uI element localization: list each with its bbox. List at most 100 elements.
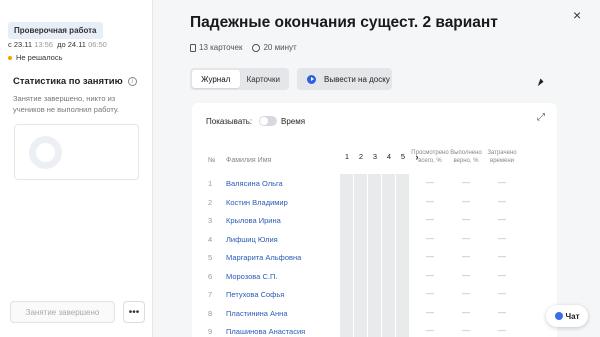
table-row: 1 Валясина Ольга — — — [192, 174, 557, 193]
viewed-value: — [426, 307, 434, 317]
result-cell[interactable] [368, 248, 382, 267]
result-cell[interactable] [368, 192, 382, 211]
student-name-link[interactable]: Лифшиц Юлия [226, 235, 278, 244]
page-2[interactable]: 2 [354, 149, 368, 164]
tab-cards[interactable]: Карточки [240, 70, 288, 88]
result-cell[interactable] [368, 303, 382, 322]
result-cell[interactable] [354, 174, 368, 193]
result-cell[interactable] [340, 192, 354, 211]
result-cell[interactable] [382, 266, 396, 285]
result-cell[interactable] [354, 192, 368, 211]
correct-value: — [462, 215, 470, 224]
time-toggle[interactable] [259, 116, 277, 126]
result-cell[interactable] [396, 285, 410, 304]
time-value: — [498, 307, 506, 317]
result-cell[interactable] [368, 285, 382, 304]
student-name-link[interactable]: Плашинова Анастасия [226, 327, 305, 336]
result-cell[interactable] [382, 248, 396, 267]
result-cell[interactable] [354, 266, 368, 285]
result-cell[interactable] [396, 322, 410, 337]
student-name-link[interactable]: Валясина Ольга [226, 179, 283, 188]
time-value: — [498, 215, 506, 224]
correct-value: — [462, 252, 470, 261]
result-cell[interactable] [396, 229, 410, 248]
card-results [340, 192, 410, 211]
page-title: Падежные окончания сущест. 2 вариант [190, 14, 498, 31]
stats-chart-card [14, 124, 139, 180]
page-1[interactable]: 1 [340, 149, 354, 164]
page-3[interactable]: 3 [368, 149, 382, 164]
time-value: — [498, 196, 506, 206]
correct-value: — [462, 233, 470, 243]
correct-value: — [462, 289, 470, 298]
page-5[interactable]: 5 [396, 149, 410, 164]
chat-button[interactable]: Чат [546, 305, 588, 327]
row-number: 2 [208, 197, 213, 207]
time-value: — [498, 270, 506, 280]
result-cell[interactable] [396, 211, 410, 230]
result-cell[interactable] [368, 229, 382, 248]
student-name-link[interactable]: Морозова С.П. [226, 272, 277, 281]
result-cell[interactable] [368, 322, 382, 337]
result-cell[interactable] [340, 285, 354, 304]
student-name-link[interactable]: Костин Владимир [226, 198, 288, 207]
viewed-value: — [426, 289, 434, 298]
row-number: 4 [208, 234, 213, 244]
result-cell[interactable] [340, 229, 354, 248]
result-cell[interactable] [340, 322, 354, 337]
close-icon[interactable]: × [573, 7, 581, 23]
show-on-board-button[interactable]: Вывести на доску [297, 68, 392, 90]
card-results [340, 303, 410, 322]
result-cell[interactable] [396, 192, 410, 211]
result-cell[interactable] [396, 248, 410, 267]
result-cell[interactable] [368, 174, 382, 193]
result-cell[interactable] [396, 174, 410, 193]
lesson-finished-button[interactable]: Занятие завершено [10, 301, 115, 323]
result-cell[interactable] [368, 211, 382, 230]
stats-description: Занятие завершено, никто из учеников не … [13, 94, 120, 114]
tab-journal[interactable]: Журнал [192, 70, 240, 88]
result-cell[interactable] [382, 285, 396, 304]
result-cell[interactable] [340, 266, 354, 285]
table-row: 4 Лифшиц Юлия — — — [192, 229, 557, 248]
student-name-link[interactable]: Пластинина Анна [226, 309, 288, 318]
donut-chart [29, 136, 62, 169]
duration: 20 минут [263, 43, 297, 52]
result-cell[interactable] [368, 266, 382, 285]
student-name-link[interactable]: Крылова Ирина [226, 216, 281, 225]
result-cell[interactable] [340, 211, 354, 230]
viewed-value: — [426, 178, 434, 187]
lesson-type-badge: Проверочная работа [8, 22, 103, 39]
result-cell[interactable] [340, 174, 354, 193]
viewed-value: — [426, 326, 434, 335]
result-cell[interactable] [340, 248, 354, 267]
result-cell[interactable] [340, 303, 354, 322]
result-cell[interactable] [396, 266, 410, 285]
result-cell[interactable] [354, 303, 368, 322]
result-cell[interactable] [354, 211, 368, 230]
result-cell[interactable] [382, 192, 396, 211]
status-dot [8, 55, 12, 60]
expand-icon[interactable]: ⤢ [537, 112, 545, 123]
more-options-button[interactable]: ••• [123, 301, 145, 323]
result-cell[interactable] [382, 303, 396, 322]
result-cell[interactable] [354, 229, 368, 248]
student-name-link[interactable]: Петухова Софья [226, 290, 284, 299]
result-cell[interactable] [396, 303, 410, 322]
student-name-link[interactable]: Маргарита Альфовна [226, 253, 301, 262]
table-row: 7 Петухова Софья — — — [192, 285, 557, 304]
result-cell[interactable] [354, 248, 368, 267]
correct-value: — [462, 196, 470, 206]
info-icon[interactable]: i [127, 77, 137, 86]
page-4[interactable]: 4 [382, 149, 396, 164]
result-cell[interactable] [354, 322, 368, 337]
result-cell[interactable] [382, 322, 396, 337]
cards-count: 13 карточек [199, 43, 243, 52]
result-cell[interactable] [382, 229, 396, 248]
result-cell[interactable] [382, 211, 396, 230]
status-label: Не решалось [8, 53, 63, 62]
column-number-header: № [208, 157, 216, 164]
table-row: 8 Пластинина Анна — — — [192, 303, 557, 322]
result-cell[interactable] [354, 285, 368, 304]
result-cell[interactable] [382, 174, 396, 193]
